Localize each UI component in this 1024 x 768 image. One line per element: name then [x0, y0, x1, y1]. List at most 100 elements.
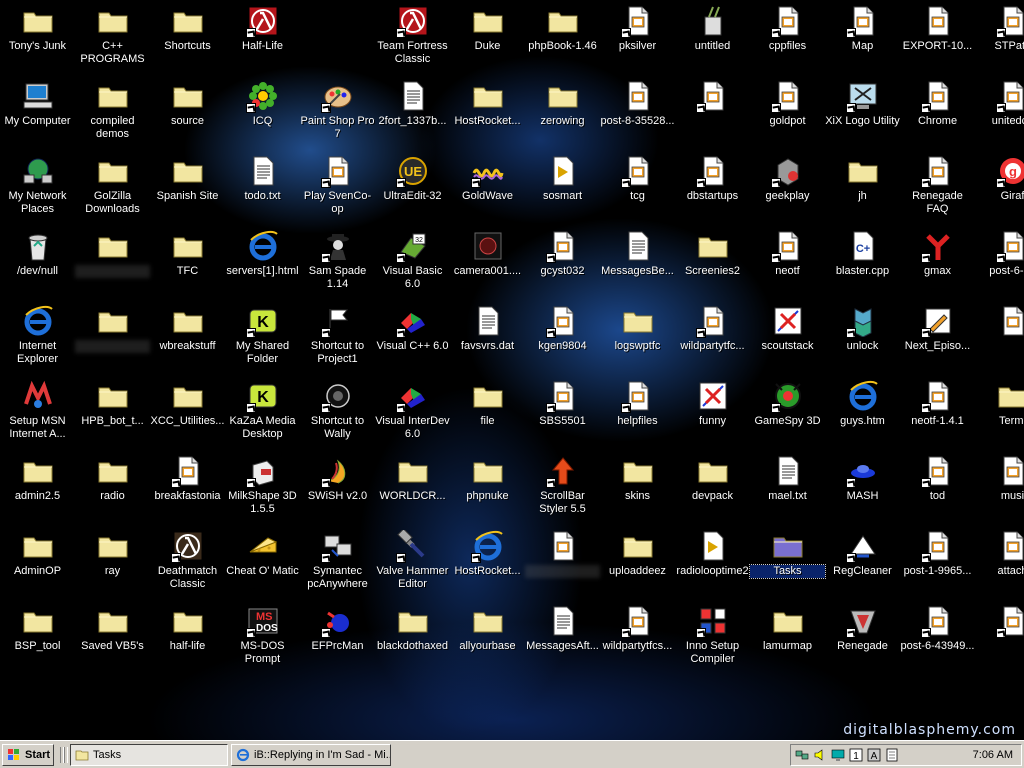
desktop-icon[interactable]: RegCleaner	[825, 527, 900, 602]
desktop-icon[interactable]: XCC_Utilities...	[150, 377, 225, 452]
desktop-icon[interactable]: Half-Life	[225, 2, 300, 77]
desktop-icon[interactable]: compiled demos	[75, 77, 150, 152]
volume-icon[interactable]	[813, 748, 827, 762]
desktop-icon[interactable]: ray	[75, 527, 150, 602]
desktop-icon[interactable]: AdminOP	[0, 527, 75, 602]
desktop-icon[interactable]: devpack	[675, 452, 750, 527]
desktop-icon[interactable]: Renegade	[825, 602, 900, 677]
desktop-icon[interactable]: Play SvenCo-op	[300, 152, 375, 227]
desktop-icon[interactable]: MessagesAft...	[525, 602, 600, 677]
desktop-icon[interactable]: post-8-35528...	[600, 77, 675, 152]
desktop-icon[interactable]: Shortcut to Wally	[300, 377, 375, 452]
desktop-icon[interactable]: lamurmap	[750, 602, 825, 677]
desktop-icon[interactable]: radio	[75, 452, 150, 527]
desktop-icon[interactable]	[975, 302, 1024, 377]
desktop-icon[interactable]: MS DOS MS-DOS Prompt	[225, 602, 300, 677]
desktop-icon[interactable]: ICQ	[225, 77, 300, 152]
desktop-icon[interactable]: tcg	[600, 152, 675, 227]
desktop-icon[interactable]: C++ PROGRAMS	[75, 2, 150, 77]
desktop-icon[interactable]: helpfiles	[600, 377, 675, 452]
desktop-icon[interactable]: Setup MSN Internet A...	[0, 377, 75, 452]
desktop-icon[interactable]: WORLDCR...	[375, 452, 450, 527]
desktop-icon[interactable]: favsvrs.dat	[450, 302, 525, 377]
desktop-icon[interactable]: Screenies2	[675, 227, 750, 302]
desktop-icon[interactable]: mael.txt	[750, 452, 825, 527]
desktop-icon[interactable]: tod	[900, 452, 975, 527]
desktop-icon[interactable]: My Computer	[0, 77, 75, 152]
desktop-icon[interactable]: Saved VB5's	[75, 602, 150, 677]
desktop-icon[interactable]: post-6-43949...	[900, 602, 975, 677]
desktop-icon[interactable]: post-1-9965...	[900, 527, 975, 602]
desktop-icon[interactable]: Internet Explorer	[0, 302, 75, 377]
indicator-a-icon[interactable]: A	[867, 748, 881, 762]
indicator-1-icon[interactable]: 1	[849, 748, 863, 762]
desktop-icon[interactable]: musi	[975, 452, 1024, 527]
desktop-icon[interactable]: Deathmatch Classic	[150, 527, 225, 602]
desktop-icon[interactable]: funny	[675, 377, 750, 452]
desktop-icon[interactable]: Team Fortress Classic	[375, 2, 450, 77]
desktop-icon[interactable]: 2fort_1337b...	[375, 77, 450, 152]
desktop-icon[interactable]	[675, 77, 750, 152]
desktop-icon[interactable]: Map	[825, 2, 900, 77]
desktop-icon[interactable]: allyourbase	[450, 602, 525, 677]
desktop-icon[interactable]: UE UltraEdit-32	[375, 152, 450, 227]
desktop-icon[interactable]: Valve Hammer Editor	[375, 527, 450, 602]
desktop-icon[interactable]: GolZilla Downloads	[75, 152, 150, 227]
desktop-icon[interactable]: Visual C++ 6.0	[375, 302, 450, 377]
desktop-icon[interactable]: HostRocket...	[450, 77, 525, 152]
desktop-icon[interactable]: zerowing	[525, 77, 600, 152]
desktop-icon[interactable]: todo.txt	[225, 152, 300, 227]
desktop-icon[interactable]: uploaddeez	[600, 527, 675, 602]
taskbar-button-tasks[interactable]: Tasks	[70, 744, 228, 766]
desktop-icon[interactable]: servers[1].html	[225, 227, 300, 302]
desktop-icon[interactable]: wildpartytfc...	[675, 302, 750, 377]
notepad-tray-icon[interactable]	[885, 748, 899, 762]
desktop-icon[interactable]: EFPrcMan	[300, 602, 375, 677]
desktop-icon[interactable]: pksilver	[600, 2, 675, 77]
desktop-icon[interactable]: TFC	[150, 227, 225, 302]
desktop-icon[interactable]: admin2.5	[0, 452, 75, 527]
desktop-icon[interactable]	[975, 602, 1024, 677]
desktop-icon[interactable]: skins	[600, 452, 675, 527]
desktop-icon[interactable]: gcyst032	[525, 227, 600, 302]
desktop-icon[interactable]: jh	[825, 152, 900, 227]
desktop-icon[interactable]: Tasks	[749, 527, 826, 602]
desktop-icon[interactable]: 32 Visual Basic 6.0	[375, 227, 450, 302]
desktop-icon[interactable]	[525, 527, 600, 602]
desktop-icon[interactable]: half-life	[150, 602, 225, 677]
desktop-icon[interactable]: SBS5501	[525, 377, 600, 452]
desktop-icon[interactable]: K My Shared Folder	[225, 302, 300, 377]
desktop-icon[interactable]: C+ blaster.cpp	[825, 227, 900, 302]
desktop-icon[interactable]: BSP_tool	[0, 602, 75, 677]
desktop-icon[interactable]: MessagesBe...	[600, 227, 675, 302]
desktop-icon[interactable]: sosmart	[525, 152, 600, 227]
desktop[interactable]: Tony's Junk My Computer My Network Places /…	[0, 0, 1024, 740]
desktop-icon[interactable]: Symantec pcAnywhere	[300, 527, 375, 602]
desktop-icon[interactable]: Shortcuts	[150, 2, 225, 77]
desktop-icon[interactable]: GameSpy 3D	[750, 377, 825, 452]
desktop-icon[interactable]: source	[150, 77, 225, 152]
taskbar-button-browser[interactable]: iB::Replying in I'm Sad - Mi...	[231, 744, 391, 766]
desktop-icon[interactable]: neotf-1.4.1	[900, 377, 975, 452]
desktop-icon[interactable]: Inno Setup Compiler	[675, 602, 750, 677]
desktop-icon[interactable]: Chrome	[900, 77, 975, 152]
desktop-icon[interactable]: post-6-37	[975, 227, 1024, 302]
desktop-icon[interactable]: gmax	[900, 227, 975, 302]
desktop-icon[interactable]: My Network Places	[0, 152, 75, 227]
monitor-tray-icon[interactable]	[831, 748, 845, 762]
desktop-icon[interactable]: SWiSH v2.0	[300, 452, 375, 527]
network-tray-icon[interactable]	[795, 748, 809, 762]
desktop-icon[interactable]: attach	[975, 527, 1024, 602]
desktop-icon[interactable]: Spanish Site	[150, 152, 225, 227]
desktop-icon[interactable]	[75, 227, 150, 302]
desktop-icon[interactable]: ScrollBar Styler 5.5	[525, 452, 600, 527]
desktop-icon[interactable]: wbreakstuff	[150, 302, 225, 377]
desktop-icon[interactable]: untitled	[675, 2, 750, 77]
desktop-icon[interactable]: Renegade FAQ	[900, 152, 975, 227]
desktop-icon[interactable]: EXPORT-10...	[900, 2, 975, 77]
desktop-icon[interactable]: guys.htm	[825, 377, 900, 452]
desktop-icon[interactable]: geekplay	[750, 152, 825, 227]
desktop-icon[interactable]: Sam Spade 1.14	[300, 227, 375, 302]
desktop-icon[interactable]: file	[450, 377, 525, 452]
desktop-icon[interactable]	[75, 302, 150, 377]
